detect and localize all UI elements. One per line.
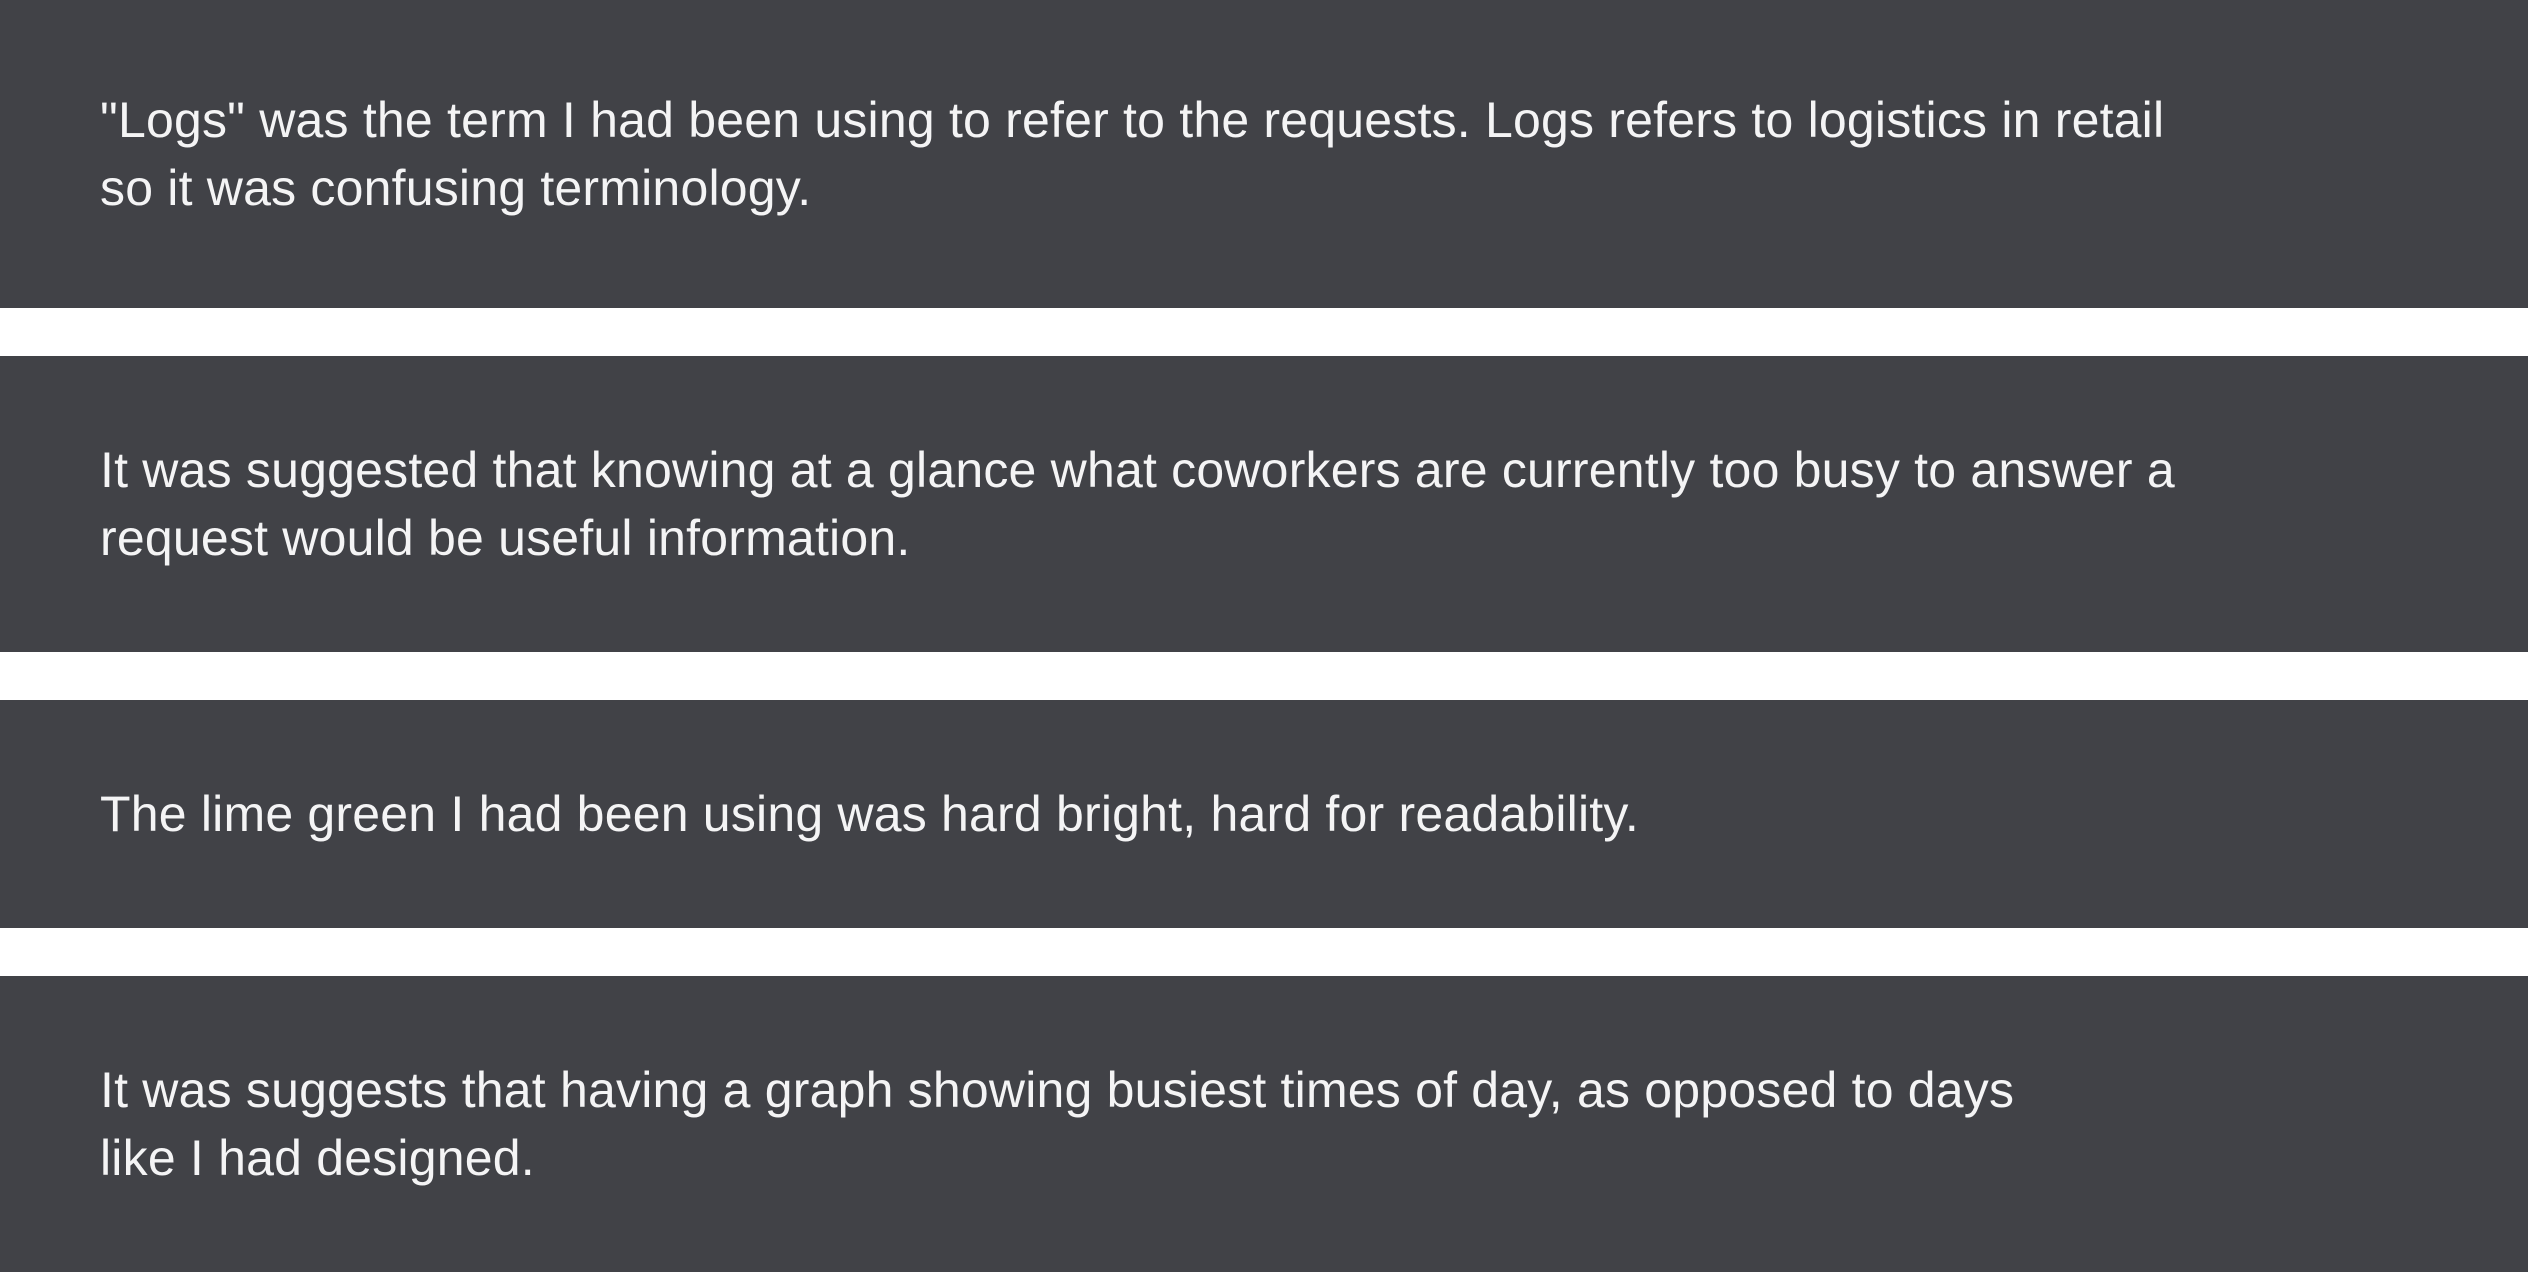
feedback-text-line: like I had designed.	[100, 1130, 535, 1186]
feedback-text: It was suggested that knowing at a glanc…	[100, 436, 2175, 572]
feedback-text-line: It was suggests that having a graph show…	[100, 1062, 2015, 1118]
feedback-card: "Logs" was the term I had been using to …	[0, 0, 2528, 308]
feedback-text: "Logs" was the term I had been using to …	[100, 86, 2164, 222]
feedback-text: The lime green I had been using was hard…	[100, 780, 1639, 848]
feedback-card: It was suggests that having a graph show…	[0, 976, 2528, 1272]
feedback-text-line: The lime green I had been using was hard…	[100, 786, 1639, 842]
feedback-text-line: so it was confusing terminology.	[100, 160, 812, 216]
feedback-text: It was suggests that having a graph show…	[100, 1056, 2014, 1192]
feedback-card: It was suggested that knowing at a glanc…	[0, 356, 2528, 652]
feedback-text-line: "Logs" was the term I had been using to …	[100, 92, 2165, 148]
feedback-text-line: request would be useful information.	[100, 510, 911, 566]
feedback-page: { "feedback": { "items": [ { "line1": "\…	[0, 0, 2528, 1272]
feedback-card: The lime green I had been using was hard…	[0, 700, 2528, 928]
feedback-text-line: It was suggested that knowing at a glanc…	[100, 442, 2175, 498]
